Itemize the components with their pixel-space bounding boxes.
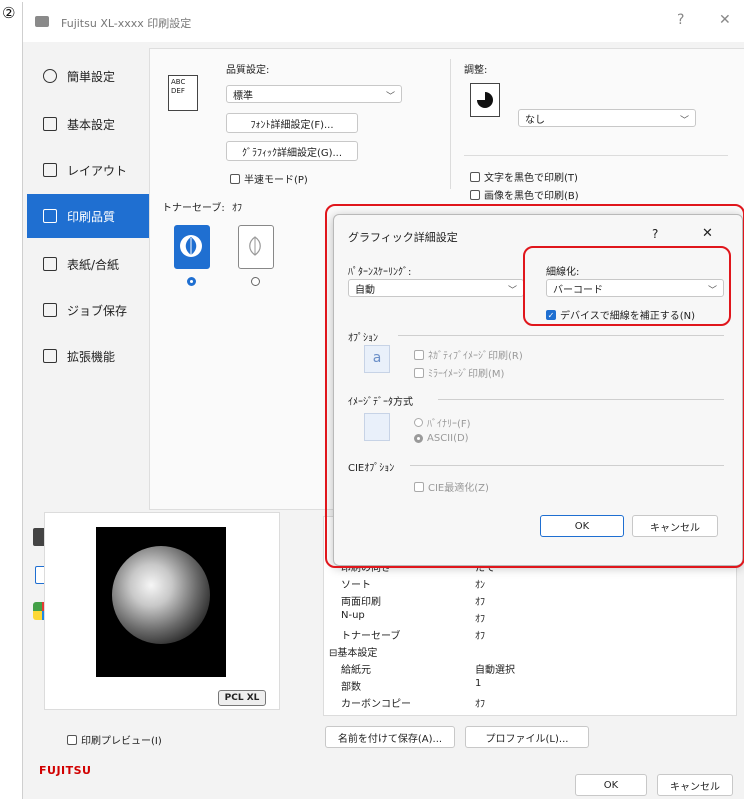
image-black-checkbox[interactable]: 画像を黒色で印刷(B) — [470, 187, 579, 202]
sidebar-item-quality[interactable]: 印刷品質 — [27, 194, 149, 238]
toner-save-label: トナーセーブ: — [162, 203, 225, 214]
divider — [450, 59, 451, 189]
adjust-heading: 調整: — [464, 65, 488, 76]
save-as-button[interactable]: 名前を付けて保存(A)... — [325, 726, 455, 748]
cover-icon — [43, 257, 57, 271]
pcl-xl-badge: PCL XL — [218, 690, 266, 706]
halftone-checkbox[interactable]: 半速モード(P) — [230, 171, 308, 186]
sidebar-item-extend[interactable]: 拡張機能 — [27, 334, 149, 378]
cancel-button[interactable]: キャンセル — [657, 774, 733, 796]
extend-icon — [43, 349, 57, 363]
checkbox-box — [470, 189, 480, 200]
summary-key: カーボンコピー — [341, 699, 411, 710]
graphic-detail-button[interactable]: ｸﾞﾗﾌｨｯｸ詳細設定(G)... — [226, 141, 358, 161]
ok-button[interactable]: OK — [575, 774, 647, 796]
title-bar: Fujitsu XL-xxxx 印刷設定 ? ✕ — [23, 2, 744, 42]
summary-group: ⊟基本設定 — [329, 648, 378, 659]
sidebar: 簡単設定 基本設定 レイアウト 印刷品質 表紙/合紙 ジョブ保存 拡張機能 — [27, 48, 149, 428]
page-icon — [43, 117, 57, 131]
summary-key: 部数 — [341, 682, 361, 693]
summary-value: ｵﾌ — [475, 699, 485, 710]
summary-key: N-up — [341, 610, 365, 621]
print-preview-checkbox[interactable]: 印刷プレビュー(I) — [67, 732, 162, 747]
close-button[interactable]: ✕ — [719, 12, 731, 28]
sidebar-item-label: レイアウト — [67, 163, 128, 178]
text-black-checkbox[interactable]: 文字を黒色で印刷(T) — [470, 169, 578, 184]
sidebar-item-label: 表紙/合紙 — [67, 257, 120, 272]
summary-key: ソート — [341, 580, 371, 591]
earth-image — [112, 546, 210, 644]
job-icon — [43, 303, 57, 317]
sidebar-item-layout[interactable]: レイアウト — [27, 148, 149, 192]
leaf-icon — [180, 235, 202, 257]
toner-off-radio[interactable] — [251, 277, 260, 286]
summary-value: 自動選択 — [475, 665, 515, 676]
adjust-select[interactable]: なし ﹀ — [518, 109, 696, 127]
sidebar-item-label: 印刷品質 — [67, 209, 116, 224]
image-icon — [43, 209, 57, 223]
leaf-outline-icon — [249, 236, 261, 256]
sidebar-item-label: 拡張機能 — [67, 349, 116, 364]
summary-key: 給紙元 — [341, 665, 371, 676]
printer-icon — [35, 16, 49, 27]
fujitsu-logo: FUJITSU — [39, 764, 92, 777]
clock-icon — [43, 69, 57, 83]
sidebar-item-basic[interactable]: 基本設定 — [27, 102, 149, 146]
font-detail-button[interactable]: ﾌｫﾝﾄ詳細設定(F)... — [226, 113, 358, 133]
sidebar-item-cover[interactable]: 表紙/合紙 — [27, 242, 149, 286]
grid-icon — [43, 163, 57, 177]
summary-key: 両面印刷 — [341, 597, 381, 608]
summary-value: ｵﾌ — [475, 597, 485, 608]
summary-key: トナーセーブ — [341, 631, 401, 642]
sidebar-item-easy[interactable]: 簡単設定 — [27, 54, 149, 98]
print-preview-label: 印刷プレビュー(I) — [81, 736, 162, 747]
divider — [464, 155, 728, 156]
summary-value: ｵﾝ — [475, 580, 485, 591]
summary-value: 1 — [475, 678, 482, 689]
quality-select[interactable]: 標準 ﹀ — [226, 85, 402, 103]
quality-select-value: 標準 — [233, 90, 253, 102]
summary-value: ｵﾌ — [475, 614, 485, 625]
halftone-label: 半速モード(P) — [244, 175, 308, 186]
profile-button[interactable]: プロファイル(L)... — [465, 726, 589, 748]
toner-save-off-option[interactable] — [238, 225, 274, 269]
step-marker: ② — [2, 4, 16, 22]
chevron-down-icon: ﹀ — [679, 116, 689, 126]
summary-value: ｵﾌ — [475, 631, 485, 642]
quality-heading: 品質設定: — [226, 65, 270, 76]
adjust-select-value: なし — [525, 114, 545, 126]
toner-on-radio[interactable] — [187, 277, 196, 286]
sidebar-item-label: ジョブ保存 — [67, 303, 128, 318]
sidebar-item-label: 簡単設定 — [67, 69, 116, 84]
sidebar-item-job[interactable]: ジョブ保存 — [27, 288, 149, 332]
thin-line-highlight — [523, 246, 731, 326]
adjust-preview-icon — [470, 83, 500, 117]
quality-preview-icon: ABC DEF — [168, 75, 198, 111]
chevron-down-icon: ﹀ — [385, 92, 395, 102]
window-title: Fujitsu XL-xxxx 印刷設定 — [61, 17, 192, 30]
checkbox-box — [67, 734, 77, 745]
help-button[interactable]: ? — [677, 12, 684, 28]
checkbox-box — [470, 171, 480, 182]
sidebar-item-label: 基本設定 — [67, 117, 116, 132]
text-black-label: 文字を黒色で印刷(T) — [484, 173, 578, 184]
toner-save-on-option[interactable] — [174, 225, 210, 269]
toner-save-value: ｵﾌ — [232, 203, 242, 214]
checkbox-box — [230, 173, 240, 184]
image-black-label: 画像を黒色で印刷(B) — [484, 191, 579, 202]
